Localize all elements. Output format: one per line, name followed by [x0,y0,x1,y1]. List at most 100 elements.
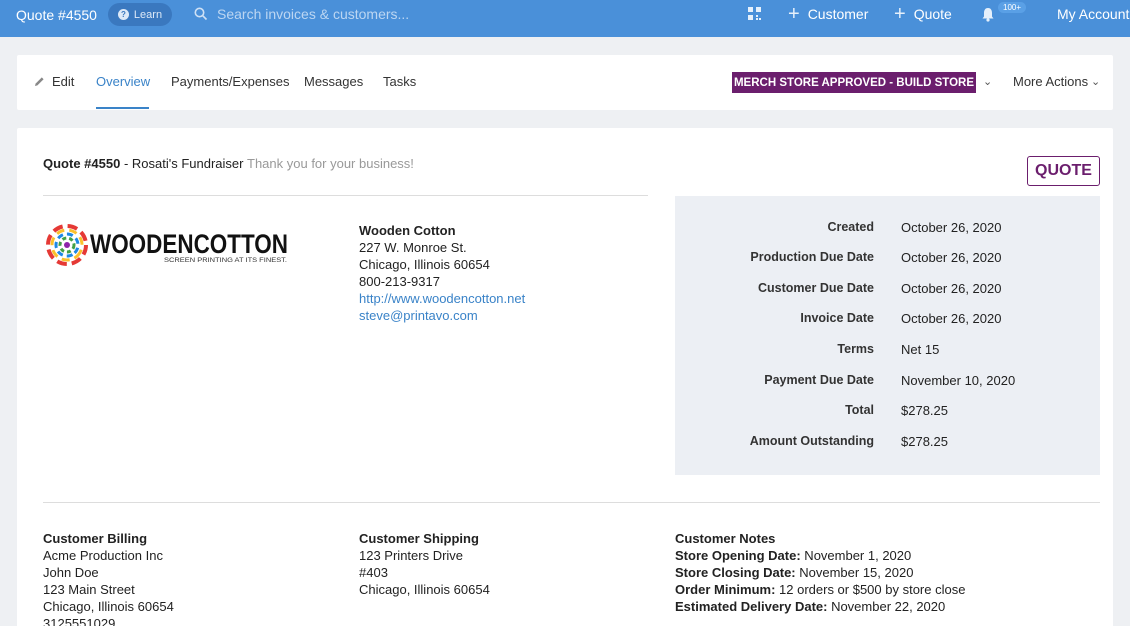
shipping-unit: #403 [359,565,388,580]
date-row: Production Due Date October 26, 2020 [675,250,1100,270]
billing-heading: Customer Billing [43,531,148,546]
search-icon [194,7,208,21]
active-tab-indicator [96,107,149,109]
customer-notes: Customer Notes Store Opening Date: Novem… [675,530,965,615]
billing-contact: John Doe [43,565,99,580]
my-account-link[interactable]: My Account [1057,6,1129,22]
more-actions-button[interactable]: More Actions [1013,74,1088,89]
notes-heading: Customer Notes [675,531,776,546]
edit-label: Edit [52,74,75,89]
date-label: Created [827,220,874,234]
date-label: Amount Outstanding [749,434,874,448]
tab-messages[interactable]: Messages [304,74,363,89]
tab-overview[interactable]: Overview [96,74,150,89]
thank-you-message: Thank you for your business! [247,156,414,171]
note-value: November 22, 2020 [827,599,946,614]
more-actions-chevron-down-icon[interactable]: ⌄ [1091,75,1100,88]
qr-code-icon [748,7,761,20]
billing-phone: 3125551029 [43,616,116,626]
shipping-city: Chicago, Illinois 60654 [359,582,490,597]
company-name: Wooden Cotton [359,223,456,238]
note-line: Order Minimum: 12 orders or $500 by stor… [675,581,965,598]
search-input[interactable] [217,6,507,22]
date-label: Invoice Date [800,311,874,325]
date-value: $278.25 [901,403,948,418]
note-value: 12 orders or $500 by store close [775,582,966,597]
quote-heading: Quote #4550 - Rosati's Fundraiser [43,156,243,171]
note-value: November 1, 2020 [800,548,912,563]
billing-city: Chicago, Illinois 60654 [43,599,174,614]
company-logo: WOODENCOTTON SCREEN PRINTING AT ITS FINE… [46,224,288,266]
notification-count-badge: 100+ [998,2,1027,13]
qr-code-button[interactable] [748,7,761,20]
note-line: Store Closing Date: November 15, 2020 [675,564,965,581]
logo-tagline: SCREEN PRINTING AT ITS FINEST. [164,258,287,264]
page-title: Quote #4550 [16,7,97,23]
company-website-link[interactable]: http://www.woodencotton.net [359,290,525,307]
status-badge[interactable]: MERCH STORE APPROVED - BUILD STORE [732,72,976,93]
company-address-line2: Chicago, Illinois 60654 [359,257,490,272]
quote-dates-panel: Created October 26, 2020 Production Due D… [675,196,1100,475]
date-value: October 26, 2020 [901,311,1002,326]
note-line: Estimated Delivery Date: November 22, 20… [675,598,965,615]
date-label: Total [845,403,874,417]
note-label: Store Closing Date: [675,565,796,580]
date-value: November 10, 2020 [901,373,1016,388]
pencil-icon [35,77,44,86]
date-value: October 26, 2020 [901,281,1002,296]
shipping-street: 123 Printers Drive [359,548,464,563]
note-label: Estimated Delivery Date: [675,599,828,614]
bell-icon [982,8,994,22]
plus-icon: + [894,3,906,25]
billing-street: 123 Main Street [43,582,135,597]
add-customer-button[interactable]: + Customer [788,3,869,25]
status-chevron-down-icon[interactable]: ⌄ [983,75,992,88]
top-bar: Quote #4550 ? Learn + Customer + Quote 1… [0,0,1130,37]
shipping-heading: Customer Shipping [359,531,479,546]
date-row: Customer Due Date October 26, 2020 [675,281,1100,301]
tab-payments-expenses[interactable]: Payments/Expenses [171,74,290,89]
note-label: Store Opening Date: [675,548,801,563]
billing-company: Acme Production Inc [43,548,163,563]
date-label: Production Due Date [750,250,874,264]
customer-billing: Customer Billing Acme Production Inc Joh… [43,530,174,626]
date-value: Net 15 [901,342,940,357]
plus-icon: + [788,3,800,25]
company-info: Wooden Cotton 227 W. Monroe St. Chicago,… [359,222,525,324]
divider [43,195,648,196]
date-row: Invoice Date October 26, 2020 [675,311,1100,331]
date-row: Created October 26, 2020 [675,220,1100,240]
customer-shipping: Customer Shipping 123 Printers Drive #40… [359,530,490,598]
date-row: Payment Due Date November 10, 2020 [675,373,1100,393]
company-email-link[interactable]: steve@printavo.com [359,307,525,324]
add-quote-label: Quote [913,6,952,22]
note-label: Order Minimum: [675,582,776,597]
date-label: Payment Due Date [764,373,874,387]
quote-name: - Rosati's Fundraiser [120,156,244,171]
edit-button[interactable]: Edit [34,74,74,89]
search-bar[interactable] [194,5,514,23]
date-value: $278.25 [901,434,948,449]
date-row: Amount Outstanding $278.25 [675,434,1100,454]
date-value: October 26, 2020 [901,250,1002,265]
company-phone: 800-213-9317 [359,274,440,289]
add-customer-label: Customer [807,6,869,22]
learn-label: Learn [133,8,163,21]
date-value: October 26, 2020 [901,220,1002,235]
learn-button[interactable]: ? Learn [108,3,172,26]
quote-number: Quote #4550 [43,156,121,171]
logo-text: WOODENCOTTON [90,229,288,259]
date-row: Terms Net 15 [675,342,1100,362]
date-row: Total $278.25 [675,403,1100,423]
quote-type-badge: QUOTE [1027,156,1100,186]
date-label: Terms [837,342,874,356]
add-quote-button[interactable]: + Quote [894,3,952,25]
note-value: November 15, 2020 [795,565,914,580]
divider [43,502,1100,503]
company-address-line1: 227 W. Monroe St. [359,240,467,255]
notifications-button[interactable] [981,7,995,22]
tab-tasks[interactable]: Tasks [383,74,416,89]
date-label: Customer Due Date [758,281,874,295]
note-line: Store Opening Date: November 1, 2020 [675,547,965,564]
help-icon: ? [117,9,129,20]
